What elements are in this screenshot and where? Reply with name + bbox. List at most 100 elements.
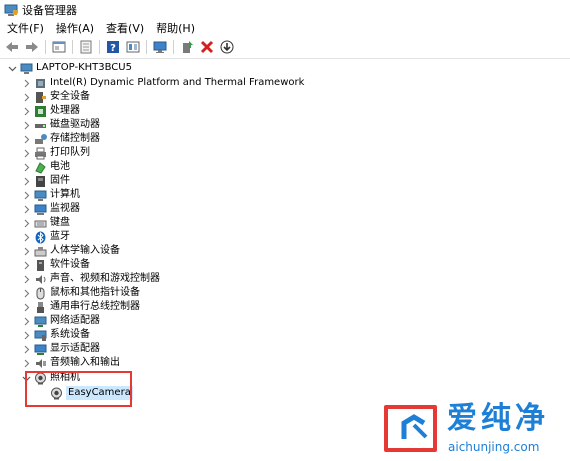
window-title: 设备管理器 xyxy=(22,4,77,17)
tree-item-label: 人体学输入设备 xyxy=(50,245,120,256)
chevron-right-icon[interactable] xyxy=(22,233,31,242)
toolbar-separator xyxy=(173,40,174,54)
menu-view[interactable]: 查看(V) xyxy=(101,21,149,37)
tree-item[interactable]: 软件设备 xyxy=(22,258,90,272)
tree-item[interactable]: 存储控制器 xyxy=(22,132,100,146)
display-adapter-icon xyxy=(34,343,47,356)
uninstall-icon[interactable] xyxy=(200,40,214,54)
chevron-right-icon[interactable] xyxy=(22,345,31,354)
monitor-icon xyxy=(34,203,47,216)
menu-file[interactable]: 文件(F) xyxy=(2,21,49,37)
tree-item-label: 打印队列 xyxy=(50,147,90,158)
tree-item[interactable]: 网络适配器 xyxy=(22,314,100,328)
tree-item-label: 声音、视频和游戏控制器 xyxy=(50,273,160,284)
properties-icon[interactable] xyxy=(52,40,66,54)
chevron-right-icon[interactable] xyxy=(22,191,31,200)
monitor-icon[interactable] xyxy=(153,40,167,54)
menu-action[interactable]: 操作(A) xyxy=(51,21,99,37)
add-driver-icon[interactable] xyxy=(180,40,194,54)
tree-item[interactable]: 监视器 xyxy=(22,202,80,216)
tree-item-label: 磁盘驱动器 xyxy=(50,119,100,130)
tree-item-label: 蓝牙 xyxy=(50,231,70,242)
tree-item-label: 监视器 xyxy=(50,203,80,214)
help-icon[interactable]: ? xyxy=(106,40,120,54)
tree-item-label: 鼠标和其他指针设备 xyxy=(50,287,140,298)
chevron-right-icon[interactable] xyxy=(22,135,31,144)
tree-item[interactable]: 打印队列 xyxy=(22,146,90,160)
firmware-icon xyxy=(34,175,47,188)
chevron-right-icon[interactable] xyxy=(22,163,31,172)
tree-item[interactable]: 声音、视频和游戏控制器 xyxy=(22,272,160,286)
mouse-icon xyxy=(34,287,47,300)
chevron-right-icon[interactable] xyxy=(22,79,31,88)
tree-item[interactable]: 计算机 xyxy=(22,188,80,202)
tree-item-label: 显示适配器 xyxy=(50,343,100,354)
tree-item-label: 存储控制器 xyxy=(50,133,100,144)
menu-help[interactable]: 帮助(H) xyxy=(151,21,200,37)
chevron-right-icon[interactable] xyxy=(22,261,31,270)
chevron-right-icon[interactable] xyxy=(22,107,31,116)
toolbar: ? xyxy=(0,38,570,56)
storage-icon xyxy=(34,133,47,146)
chevron-right-icon[interactable] xyxy=(22,317,31,326)
tree-item[interactable]: Intel(R) Dynamic Platform and Thermal Fr… xyxy=(22,76,304,90)
device-manager-icon xyxy=(4,3,18,17)
tree-item[interactable]: 磁盘驱动器 xyxy=(22,118,100,132)
tree-item[interactable]: 蓝牙 xyxy=(22,230,70,244)
tree-item-label: 处理器 xyxy=(50,105,80,116)
action-icon[interactable] xyxy=(126,40,140,54)
chevron-right-icon[interactable] xyxy=(22,149,31,158)
chevron-down-icon[interactable] xyxy=(8,64,17,73)
tree-item-label: 系统设备 xyxy=(50,329,90,340)
network-icon xyxy=(34,315,47,328)
tree-item[interactable]: 电池 xyxy=(22,160,70,174)
chevron-right-icon[interactable] xyxy=(22,219,31,228)
audio-io-icon xyxy=(34,357,47,370)
software-device-icon xyxy=(34,259,47,272)
chevron-right-icon[interactable] xyxy=(22,93,31,102)
processor-icon xyxy=(34,105,47,118)
chevron-right-icon[interactable] xyxy=(22,247,31,256)
chevron-right-icon[interactable] xyxy=(22,331,31,340)
chevron-right-icon[interactable] xyxy=(22,121,31,130)
update-driver-icon[interactable] xyxy=(220,40,234,54)
toolbar-separator xyxy=(99,40,100,54)
chevron-right-icon[interactable] xyxy=(22,177,31,186)
tree-item[interactable]: 人体学输入设备 xyxy=(22,244,120,258)
tree-item-label: 通用串行总线控制器 xyxy=(50,301,140,312)
tree-root-label: LAPTOP-KHT3BCU5 xyxy=(36,62,132,73)
toolbar-separator xyxy=(146,40,147,54)
tree-root[interactable]: LAPTOP-KHT3BCU5 xyxy=(8,61,132,75)
tree-item-label: 音频输入和输出 xyxy=(50,357,120,368)
tree-item-label: 固件 xyxy=(50,175,70,186)
sound-icon xyxy=(34,273,47,286)
tree-item[interactable]: 通用串行总线控制器 xyxy=(22,300,140,314)
security-icon xyxy=(34,91,47,104)
chevron-right-icon[interactable] xyxy=(22,289,31,298)
disk-icon xyxy=(34,119,47,132)
chevron-right-icon[interactable] xyxy=(22,205,31,214)
title-bar: 设备管理器 xyxy=(0,0,570,20)
watermark-url: aichunjing.com xyxy=(448,440,540,454)
highlight-box xyxy=(25,371,132,407)
tree-item[interactable]: 音频输入和输出 xyxy=(22,356,120,370)
tree-item[interactable]: 显示适配器 xyxy=(22,342,100,356)
system-device-icon xyxy=(34,329,47,342)
show-hidden-icon[interactable] xyxy=(79,40,93,54)
tree-item-label: 网络适配器 xyxy=(50,315,100,326)
back-arrow-icon[interactable] xyxy=(5,40,19,54)
tree-item[interactable]: 处理器 xyxy=(22,104,80,118)
tree-item[interactable]: 固件 xyxy=(22,174,70,188)
tree-item-label: Intel(R) Dynamic Platform and Thermal Fr… xyxy=(50,77,305,88)
tree-item[interactable]: 键盘 xyxy=(22,216,70,230)
chevron-right-icon[interactable] xyxy=(22,359,31,368)
chevron-right-icon[interactable] xyxy=(22,275,31,284)
forward-arrow-icon[interactable] xyxy=(25,40,39,54)
chevron-right-icon[interactable] xyxy=(22,303,31,312)
tree-item[interactable]: 系统设备 xyxy=(22,328,90,342)
tree-item[interactable]: 鼠标和其他指针设备 xyxy=(22,286,140,300)
bluetooth-icon xyxy=(34,231,47,244)
tree-item-label: 键盘 xyxy=(50,217,70,228)
chip-icon xyxy=(34,77,47,90)
tree-item[interactable]: 安全设备 xyxy=(22,90,90,104)
